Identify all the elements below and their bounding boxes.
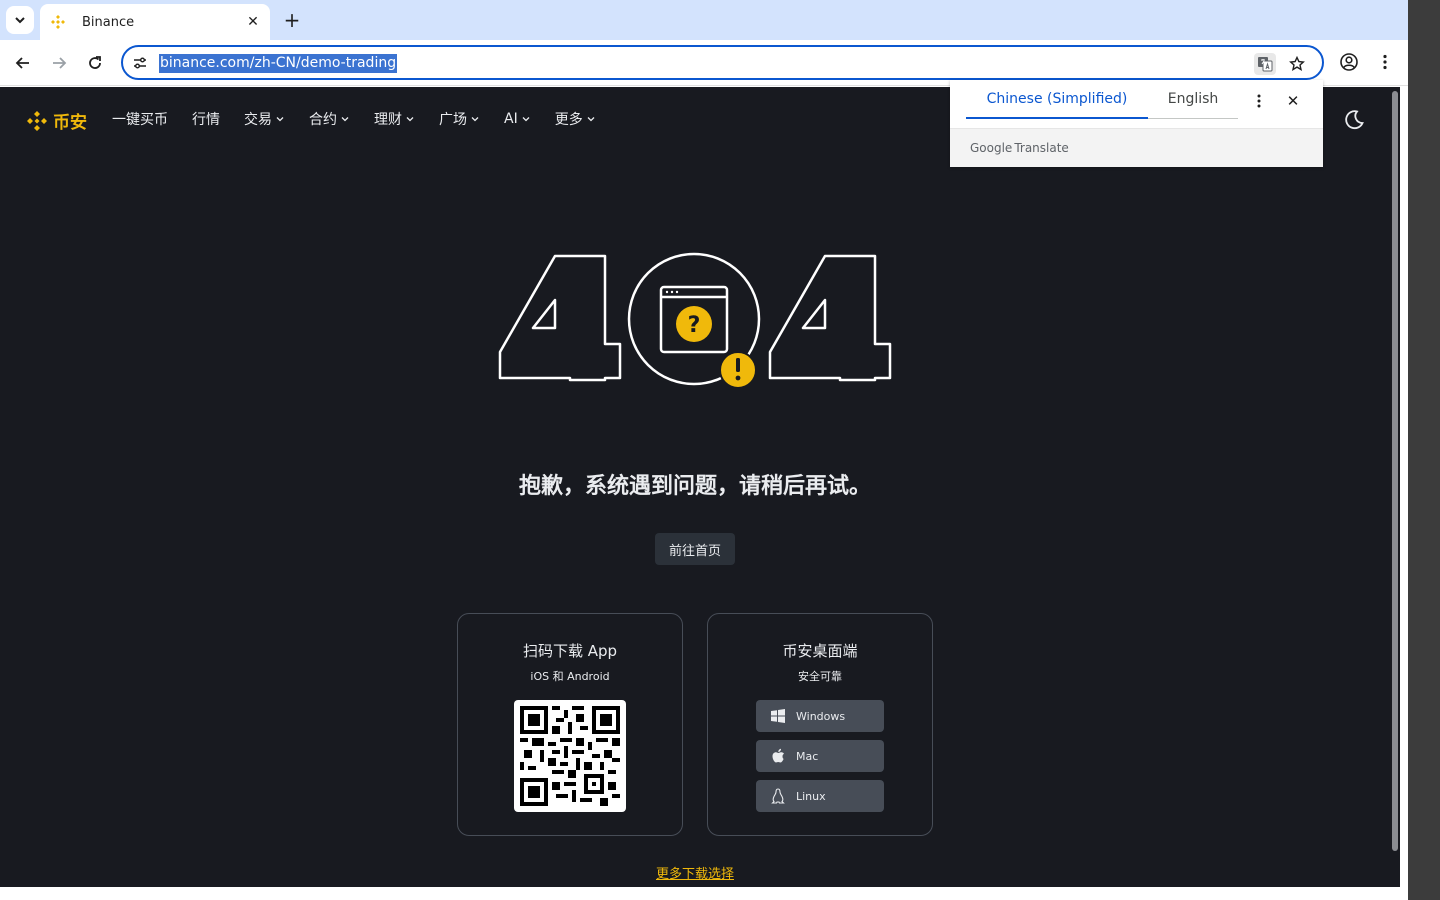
tab-source-language[interactable]: Chinese (Simplified)	[966, 80, 1148, 119]
desktop-download-card: 币安桌面端 安全可靠 Windows Mac Linux	[707, 613, 933, 836]
linux-download-button[interactable]: Linux	[756, 780, 884, 812]
site-info-icon[interactable]	[131, 54, 149, 72]
nav-item-square[interactable]: 广场	[439, 109, 480, 129]
translate-options-icon[interactable]	[1250, 92, 1268, 110]
binance-logo[interactable]: 币安	[25, 108, 87, 133]
browser-tab[interactable]: Binance ✕	[40, 4, 270, 40]
main-nav: 一键买币 行情 交易 合约 理财 广场 AI 更多	[112, 109, 620, 129]
browser-menu-icon[interactable]	[1374, 50, 1396, 74]
new-tab-button[interactable]: +	[280, 8, 304, 32]
nav-item-buy-crypto[interactable]: 一键买币	[112, 109, 168, 129]
chevron-down-icon	[276, 117, 284, 122]
nav-item-more[interactable]: 更多	[555, 109, 596, 129]
reload-button[interactable]	[82, 50, 108, 76]
logo-text: 币安	[53, 113, 87, 133]
linux-icon	[770, 788, 786, 804]
tab-target-language[interactable]: English	[1148, 80, 1238, 119]
windows-download-button[interactable]: Windows	[756, 700, 884, 732]
page-scrollbar[interactable]	[1390, 87, 1400, 887]
forward-button[interactable]	[46, 50, 72, 76]
tab-search-button[interactable]	[6, 6, 34, 34]
translate-close-icon[interactable]: ✕	[1284, 92, 1302, 110]
chevron-down-icon	[471, 117, 479, 122]
google-wordmark: Google	[970, 141, 1013, 155]
mac-download-button[interactable]: Mac	[756, 740, 884, 772]
windows-icon	[770, 708, 786, 724]
browser-window: Binance ✕ + binance.com/zh-CN/demo-tradi…	[0, 0, 1408, 900]
more-downloads-link[interactable]: 更多下载选择	[0, 863, 1390, 882]
tab-strip: Binance ✕ +	[0, 0, 1408, 40]
error-404-illustration: ?	[498, 252, 892, 389]
moon-icon[interactable]	[1343, 109, 1365, 131]
app-download-title: 扫码下载 App	[522, 642, 618, 660]
address-bar[interactable]: binance.com/zh-CN/demo-trading	[121, 45, 1324, 80]
go-home-button[interactable]: 前往首页	[655, 533, 735, 565]
qr-code	[514, 700, 626, 812]
nav-item-ai[interactable]: AI	[504, 111, 531, 127]
binance-favicon-icon	[50, 14, 66, 30]
svg-text:?: ?	[688, 313, 701, 338]
desktop-background	[1408, 0, 1440, 900]
arrow-right-icon	[53, 57, 67, 69]
reload-icon	[89, 56, 101, 69]
google-translate-branding: Google Translate	[950, 128, 1323, 167]
back-button[interactable]	[10, 50, 36, 76]
app-download-subtitle: iOS 和 Android	[530, 670, 610, 683]
chevron-down-icon	[406, 117, 414, 122]
translate-icon[interactable]	[1254, 53, 1276, 75]
desktop-download-subtitle: 安全可靠	[798, 670, 842, 683]
error-message: 抱歉，系统遇到问题，请稍后再试。	[518, 474, 871, 499]
chevron-down-icon	[522, 117, 530, 122]
chevron-down-icon	[587, 117, 595, 122]
bookmark-star-icon[interactable]	[1286, 53, 1308, 75]
app-download-card: 扫码下载 App iOS 和 Android	[457, 613, 683, 836]
nav-item-earn[interactable]: 理财	[374, 109, 415, 129]
url-text[interactable]: binance.com/zh-CN/demo-trading	[159, 54, 398, 73]
apple-icon	[770, 748, 786, 764]
window-bottom-edge	[0, 887, 1408, 900]
binance-logo-icon	[27, 110, 47, 131]
chevron-down-icon	[15, 17, 25, 24]
nav-item-trade[interactable]: 交易	[244, 109, 285, 129]
nav-item-futures[interactable]: 合约	[309, 109, 350, 129]
nav-item-markets[interactable]: 行情	[192, 109, 220, 129]
scrollbar-thumb[interactable]	[1392, 91, 1398, 851]
desktop-download-title: 币安桌面端	[782, 642, 858, 660]
tab-title: Binance	[82, 14, 135, 30]
translate-popup: Chinese (Simplified) English ✕ Google Tr…	[950, 80, 1323, 167]
translate-wordmark: Translate	[1014, 141, 1069, 155]
page-viewport: 币安 一键买币 行情 交易 合约 理财 广场 AI 更多 ? 抱歉，系统遇到问题…	[0, 87, 1400, 887]
tab-close-icon[interactable]: ✕	[244, 13, 262, 31]
arrow-left-icon	[15, 57, 29, 69]
profile-icon[interactable]	[1337, 50, 1361, 74]
chevron-down-icon	[341, 117, 349, 122]
